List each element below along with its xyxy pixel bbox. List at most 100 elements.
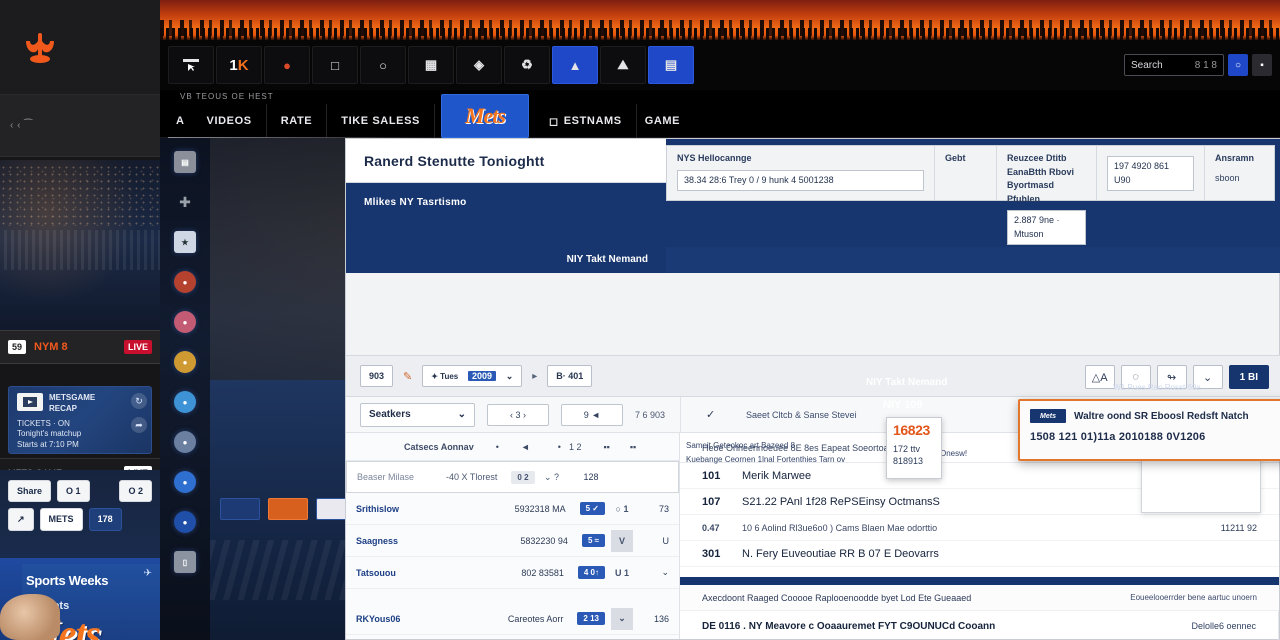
team-gold-icon[interactable]: ● [160, 342, 210, 382]
value-popover-big: 16823 [893, 422, 930, 438]
left-dock-panel: ‹ ‹ ⁀ 59 NYM 8 LIVE METSGAME RECAP TICKE… [0, 0, 160, 640]
mouse-pointer-icon[interactable] [168, 46, 214, 84]
scoreboard-icon[interactable]: ▦ [408, 46, 454, 84]
table-row[interactable]: Tatsouou 802 83581 4 0↑ U 1 ⌄ [346, 557, 679, 589]
chevron-down-icon[interactable]: ⌄ [611, 607, 633, 630]
pencil-icon[interactable]: ✎ [403, 370, 412, 383]
nav-item-game[interactable]: GAME [637, 104, 688, 138]
banner-chip-2 [268, 498, 308, 520]
team-slate-icon[interactable]: ● [160, 422, 210, 462]
toolbar-select-value: 2009 [467, 371, 496, 381]
quantity-stepper[interactable]: ‹ 3 › [487, 403, 549, 426]
row-pill[interactable]: 4 0↑ [577, 566, 605, 579]
value-popover[interactable]: 16823 172 ttv 818913 [886, 417, 942, 479]
hero-matchup-strip: Mlikes NY Tasrtismo NIY Takt Nemand [346, 183, 666, 273]
table-row[interactable]: 301 N. Fery Euveoutiae RR B 07 E Deovarr… [680, 541, 1279, 567]
seats-dropdown[interactable]: Seatkers ⌄ [360, 402, 475, 427]
table-row[interactable]: Saagness 5832230 94 5 ≈ V U [346, 525, 679, 557]
rail-button-count[interactable]: 178 [88, 508, 122, 531]
info-cell-2-value[interactable]: 2.887 9ne · Mtuson [1007, 210, 1086, 245]
toolbar-count-box[interactable]: 903 [360, 365, 394, 387]
confirm-modal[interactable]: Mets Waltre oond SR Eboosl Redsft Natch … [1018, 399, 1280, 461]
nav-item-ticket-sales[interactable]: TIKE SALESS [327, 104, 435, 138]
row-value: 802 83581 [521, 567, 564, 578]
search-input[interactable]: Search 8 1 8 [1124, 54, 1224, 76]
row-pill[interactable]: 5 ✓ [579, 502, 605, 515]
nav-back-icon[interactable]: A [168, 104, 193, 138]
table-row[interactable]: Beaser Milase -40 X Tlorest 0 2 ⌄ ? 128 [346, 461, 679, 493]
droplet-icon[interactable]: ◈ [456, 46, 502, 84]
modal-caption: W1 Pues Rao Rosst 69a [1113, 383, 1201, 392]
team-cyan-icon[interactable]: ● [160, 382, 210, 422]
chevron-down-icon[interactable]: U 1 [611, 562, 633, 584]
table-row[interactable]: 0.47 10 6 Aolind Rl3ue6o0 ) Cams Blaen M… [680, 515, 1279, 541]
toolbar-select[interactable]: ✦ Tues 2009 ⌄ [422, 365, 523, 387]
circle-icon[interactable]: ○ [360, 46, 406, 84]
row-pill[interactable]: 2 13 [577, 612, 605, 625]
mets-logo[interactable]: Mets [440, 94, 529, 138]
recap-title-line2: RECAP [49, 403, 78, 413]
row-text: S21.22 PAnl 1f28 RePSEinsy OctmansS [742, 495, 940, 508]
row-pill[interactable]: 0 2 [511, 470, 535, 484]
team-shield-icon[interactable]: ★ [160, 222, 210, 262]
recap-card[interactable]: METSGAME RECAP TICKETS · ON Tonight's ma… [8, 386, 152, 454]
comment-icon[interactable]: □ [312, 46, 358, 84]
check-icon[interactable]: ✓ [706, 408, 715, 421]
video-thumb-icon [17, 393, 43, 411]
left-col-2: ◄ [520, 441, 530, 452]
scoreboard-icon[interactable]: ▤ [160, 142, 210, 182]
search-value: Search [1131, 59, 1163, 71]
filter-stepper-secondary[interactable]: 9 ◄ [561, 403, 623, 426]
score-team-label: NYM 8 [34, 341, 68, 353]
team-blue-icon[interactable]: ● [160, 462, 210, 502]
promo-poster[interactable]: ✈ Sports Weeks NY Mets Mets [0, 558, 160, 640]
value-popover-line1: 172 ttv [893, 444, 921, 454]
info-cell-3-value[interactable]: 197 4920 861 U90 [1107, 156, 1194, 191]
search-go-icon[interactable]: ○ [1228, 54, 1248, 76]
mets-badge-icon[interactable]: ▲ [552, 46, 598, 84]
info-cell-0-value[interactable]: 38.34 28:6 Trey 0 / 9 hunk 4 5001238 [677, 169, 924, 191]
trident-logo-icon[interactable] [18, 25, 62, 69]
team-pink-icon[interactable]: ● [160, 302, 210, 342]
rail-button-o1[interactable]: O 1 [57, 480, 90, 502]
recap-title-line1: METSGAME [49, 393, 96, 402]
row-num: 301 [702, 547, 721, 560]
nav-item-videos[interactable]: VIDEOS [193, 104, 267, 138]
rail-button-o2[interactable]: O 2 [119, 480, 152, 502]
row-pill[interactable]: 5 ≈ [581, 534, 605, 547]
k-letter: K [237, 56, 249, 74]
toolbar-badge[interactable]: B· 401 [547, 365, 593, 387]
refresh-icon[interactable]: ↻ [131, 393, 147, 409]
rail-row-label: ‹ ‹ ⁀ [10, 120, 33, 131]
rail-button-mets[interactable]: METS [39, 508, 83, 531]
table-row[interactable]: Srithislow 5932318 MA 5 ✓ ○ 1 73 [346, 493, 679, 525]
chevron-down-icon[interactable]: ⌄ ? [541, 466, 563, 488]
ticket-stub-icon[interactable]: ▯ [160, 542, 210, 582]
row-num: U [662, 535, 670, 546]
rail-button-arrow[interactable]: ↗ [8, 508, 34, 531]
rail-row-0[interactable]: ‹ ‹ ⁀ [0, 95, 160, 157]
share-icon[interactable]: ➦ [131, 417, 147, 433]
last-row-right: Delolle6 oennec [1191, 621, 1256, 631]
recap-card-actions: ↻ ➦ [131, 393, 147, 433]
chevron-down-icon[interactable]: V [611, 529, 633, 552]
nav-item-list: A VIDEOS RATE TIKE SALESS Mets ◻ ESTNAMS… [168, 94, 688, 138]
rail-score-strip[interactable]: 59 NYM 8 LIVE [0, 330, 160, 364]
team-red-icon[interactable]: ● [160, 262, 210, 302]
rail-button-share[interactable]: Share [8, 480, 52, 502]
team-navy-icon[interactable]: ● [160, 502, 210, 542]
footer-detail-row[interactable]: DE 0116 . NY Meavore c Ooaauremet FYT C9… [680, 611, 1279, 640]
crosshair-icon[interactable]: ✚ [160, 182, 210, 222]
table-row[interactable]: RKYous06 Careotes Aorr 2 13 ⌄ 136 [346, 603, 679, 635]
last-row-left: DE 0116 . NY Meavore c Ooaauremet FYT C9… [702, 620, 996, 632]
bat-icon[interactable]: ♻ [504, 46, 550, 84]
baseball-icon[interactable]: ● [264, 46, 310, 84]
chevron-down-icon[interactable]: ○ 1 [611, 498, 633, 520]
nav-item-rate[interactable]: RATE [267, 104, 328, 138]
cap-icon[interactable]: ⛰ [600, 46, 646, 84]
nav-item-estnams[interactable]: ◻ ESTNAMS [535, 104, 637, 138]
table-row[interactable]: Bemdour 1953 3024 6 12 iS/ 51 [346, 635, 679, 640]
avatar-icon[interactable]: ▪ [1252, 54, 1272, 76]
chart-icon[interactable]: ▤ [648, 46, 694, 84]
strikeout-k-icon[interactable]: 1K [216, 46, 262, 84]
